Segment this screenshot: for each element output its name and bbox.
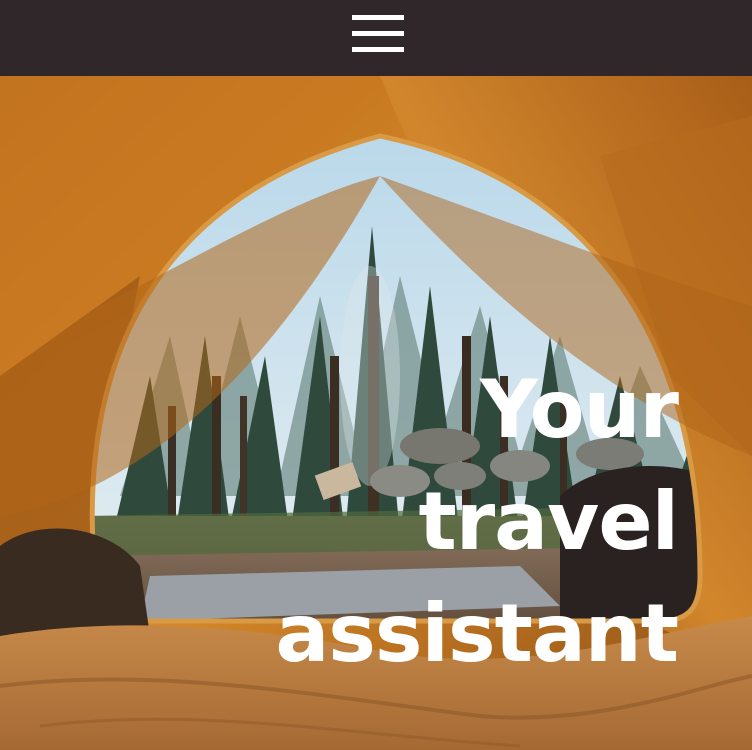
headline-line-1: Your — [480, 363, 679, 456]
top-nav-bar — [0, 0, 752, 76]
hero-headline: Your travel assistant — [275, 354, 679, 690]
hamburger-menu-icon[interactable] — [352, 14, 404, 56]
menu-line — [352, 15, 404, 20]
menu-line — [352, 47, 404, 52]
headline-line-3: assistant — [275, 587, 679, 680]
app-screen: Your travel assistant — [0, 0, 752, 750]
hero-banner: Your travel assistant — [0, 76, 752, 750]
menu-line — [352, 31, 404, 36]
headline-line-2: travel — [418, 475, 679, 568]
